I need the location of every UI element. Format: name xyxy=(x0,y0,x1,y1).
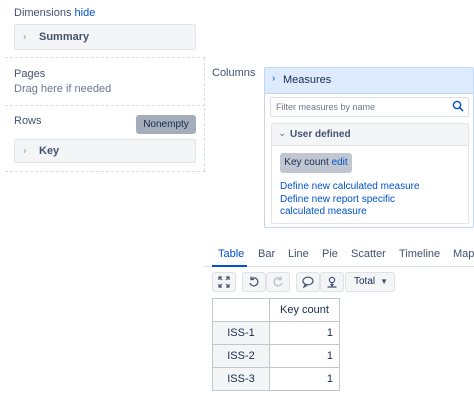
summary-dimension[interactable]: › Summary xyxy=(14,24,196,50)
table-cell[interactable]: 1 xyxy=(269,321,340,345)
comment-icon xyxy=(297,276,319,288)
table-cell[interactable]: 1 xyxy=(269,367,340,391)
user-defined-header[interactable]: ⌄ User defined xyxy=(272,124,468,146)
result-table: Key count ISS-1 1 ISS-2 1 ISS-3 1 xyxy=(212,298,340,391)
rows-title: Rows xyxy=(14,115,42,127)
table-header-row: Key count xyxy=(212,298,340,322)
user-defined-group: ⌄ User defined Key count edit Define new… xyxy=(271,123,469,224)
undo-button[interactable] xyxy=(242,272,266,292)
table-row: ISS-1 1 xyxy=(212,321,340,345)
total-label: Total xyxy=(354,276,376,287)
key-label: Key xyxy=(39,145,60,157)
define-calculated-measure-link[interactable]: Define new calculated measure xyxy=(280,181,420,193)
expand-icon xyxy=(213,276,235,288)
table-row: ISS-3 1 xyxy=(212,367,340,391)
define-report-measure-link[interactable]: Define new report specific calculated me… xyxy=(280,194,395,218)
hide-link[interactable]: hide xyxy=(75,7,96,19)
tab-bar[interactable]: Bar xyxy=(258,248,275,260)
dimensions-title: Dimensions xyxy=(14,7,72,19)
download-icon xyxy=(321,276,343,288)
tab-map[interactable]: Map xyxy=(453,248,474,260)
total-dropdown[interactable]: Total ▼ xyxy=(345,272,395,292)
chevron-right-icon: › xyxy=(23,31,27,43)
chevron-right-icon: › xyxy=(23,145,27,157)
filter-measures-field xyxy=(270,97,469,117)
fullscreen-button[interactable] xyxy=(212,272,236,292)
pages-title: Pages xyxy=(14,68,46,80)
export-button[interactable] xyxy=(320,272,344,292)
pages-drop-hint: Drag here if needed xyxy=(14,83,112,95)
define-report-line1: Define new report specific xyxy=(280,194,396,205)
measures-panel: › Measures ⌄ User defined Key count edit… xyxy=(264,67,474,228)
chevron-down-icon: ⌄ xyxy=(278,128,287,139)
define-report-line2: calculated measure xyxy=(280,206,367,217)
key-count-measure[interactable]: Key count edit xyxy=(280,153,352,173)
key-count-label: Key count xyxy=(284,157,329,168)
summary-label: Summary xyxy=(39,31,90,43)
tab-timeline[interactable]: Timeline xyxy=(399,248,440,260)
redo-button[interactable] xyxy=(266,272,290,292)
pages-area xyxy=(5,58,205,106)
redo-icon xyxy=(267,276,289,288)
measures-header[interactable]: › Measures xyxy=(265,68,473,94)
key-count-edit-link[interactable]: edit xyxy=(332,157,348,168)
table-row: ISS-2 1 xyxy=(212,344,340,368)
active-tab-indicator xyxy=(212,265,247,267)
chevron-right-icon: › xyxy=(272,73,276,84)
filter-measures-input[interactable] xyxy=(271,98,441,116)
row-header[interactable]: ISS-2 xyxy=(212,344,270,368)
tab-table[interactable]: Table xyxy=(218,248,244,260)
measures-title: Measures xyxy=(283,74,332,86)
dimensions-header: Dimensions hide xyxy=(14,7,95,19)
columns-title: Columns xyxy=(212,67,256,79)
row-header[interactable]: ISS-1 xyxy=(212,321,270,345)
table-cell[interactable]: 1 xyxy=(269,344,340,368)
tab-line[interactable]: Line xyxy=(288,248,309,260)
chevron-down-icon: ▼ xyxy=(380,277,388,286)
table-corner-cell xyxy=(212,298,270,322)
search-icon[interactable] xyxy=(452,100,464,115)
row-header[interactable]: ISS-3 xyxy=(212,367,270,391)
key-count-column-header[interactable]: Key count xyxy=(269,298,340,322)
tab-pie[interactable]: Pie xyxy=(322,248,338,260)
tab-scatter[interactable]: Scatter xyxy=(351,248,386,260)
comment-button[interactable] xyxy=(296,272,320,292)
key-dimension[interactable]: › Key xyxy=(14,139,196,163)
undo-icon xyxy=(243,276,265,288)
view-tabs: Table Bar Line Pie Scatter Timeline Map xyxy=(204,245,474,267)
nonempty-button[interactable]: Nonempty xyxy=(136,115,196,134)
user-defined-label: User defined xyxy=(290,129,351,140)
